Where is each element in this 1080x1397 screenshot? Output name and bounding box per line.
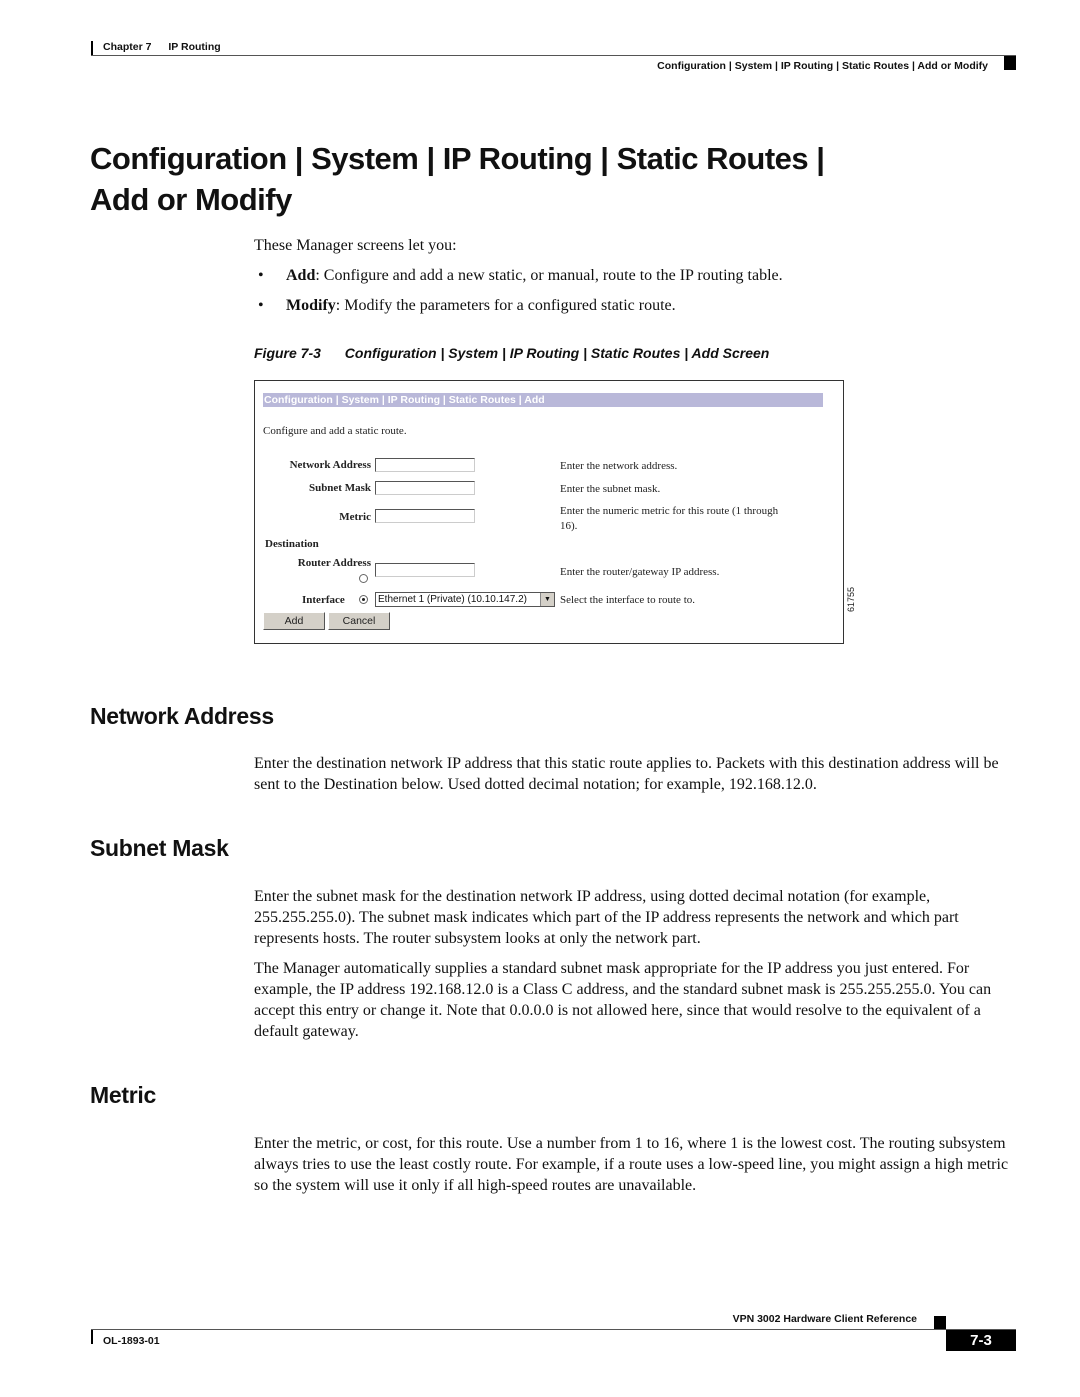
subnet-mask-input[interactable]: [375, 481, 475, 495]
section-heading-subnet-mask: Subnet Mask: [90, 835, 229, 861]
interface-label: Interface: [302, 594, 345, 606]
bullet-icon: •: [258, 267, 264, 284]
footer-bar: [91, 1330, 93, 1344]
footer-book-title: VPN 3002 Hardware Client Reference: [732, 1313, 917, 1325]
section-heading-metric: Metric: [90, 1082, 156, 1108]
metric-input[interactable]: [375, 509, 475, 523]
router-address-input[interactable]: [375, 563, 475, 577]
cancel-button[interactable]: Cancel: [328, 612, 390, 630]
section-heading-network-address: Network Address: [90, 703, 274, 729]
interface-help: Select the interface to route to.: [560, 594, 695, 606]
metric-paragraph: Enter the metric, or cost, for this rout…: [254, 1135, 1009, 1194]
bullet-list: • Add: Configure and add a new static, o…: [254, 265, 1024, 316]
header-bar: [91, 41, 93, 55]
network-address-input[interactable]: [375, 458, 475, 472]
intro-text: These Manager screens let you:: [254, 237, 457, 254]
add-button[interactable]: Add: [263, 612, 325, 630]
bullet-modify: • Modify: Modify the parameters for a co…: [254, 295, 1024, 316]
bullet-icon: •: [258, 297, 264, 314]
dropdown-arrow-icon[interactable]: ▼: [540, 593, 554, 606]
bullet-add: • Add: Configure and add a new static, o…: [254, 265, 1024, 286]
header-marker: [1004, 56, 1016, 70]
router-address-help: Enter the router/gateway IP address.: [560, 566, 720, 578]
subnet-mask-paragraph-1: Enter the subnet mask for the destinatio…: [254, 888, 959, 947]
subnet-mask-label: Subnet Mask: [308, 482, 371, 494]
network-address-paragraph: Enter the destination network IP address…: [254, 755, 999, 793]
figure-caption: Figure 7-3 Configuration | System | IP R…: [254, 345, 770, 361]
header-rule: [91, 55, 1016, 56]
chapter-title: IP Routing: [168, 41, 221, 53]
footer-rule: [91, 1329, 1016, 1330]
subnet-mask-help: Enter the subnet mask.: [560, 483, 661, 495]
metric-help: Enter the numeric metric for this route …: [560, 505, 779, 532]
interface-select[interactable]: Ethernet 1 (Private) (10.10.147.2) ▼: [375, 592, 555, 607]
subnet-mask-paragraph-2: The Manager automatically supplies a sta…: [254, 960, 992, 1040]
router-address-label: Router Address: [297, 557, 371, 569]
network-address-help: Enter the network address.: [560, 460, 678, 472]
metric-label: Metric: [339, 511, 371, 523]
footer-marker: [934, 1316, 946, 1330]
header-section-path: Configuration | System | IP Routing | St…: [657, 60, 988, 72]
figure-id: 61755: [846, 586, 856, 612]
footer-doc-number: OL-1893-01: [103, 1335, 160, 1347]
router-address-radio[interactable]: [359, 574, 368, 583]
network-address-label: Network Address: [289, 459, 371, 471]
page-title: Configuration | System | IP Routing | St…: [90, 141, 825, 217]
screen-title-bar: Configuration | System | IP Routing | St…: [263, 393, 823, 407]
footer-page-number: 7-3: [946, 1330, 1016, 1351]
chapter-number: Chapter 7: [103, 41, 152, 53]
destination-heading: Destination: [265, 538, 319, 550]
header-chapter: Chapter 7 IP Routing: [103, 41, 221, 53]
interface-radio[interactable]: [359, 595, 368, 604]
screen-description: Configure and add a static route.: [263, 425, 407, 437]
